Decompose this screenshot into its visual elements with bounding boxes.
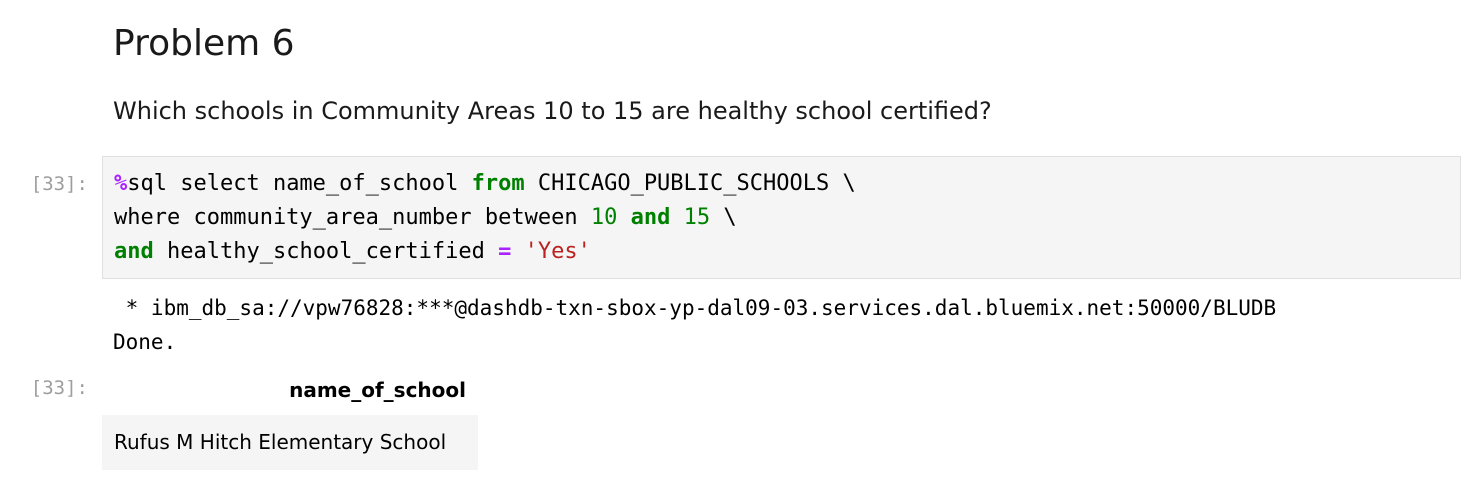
code-number: 10 — [590, 205, 618, 230]
markdown-heading: Problem 6 — [113, 23, 295, 64]
code-text: sql select name_of_school — [127, 171, 472, 196]
output-prompt: [33]: — [30, 377, 88, 399]
code-line-3[interactable]: and healthy_school_certified = 'Yes' — [114, 235, 591, 269]
code-number: 15 — [683, 205, 711, 230]
code-string: 'Yes' — [524, 239, 591, 264]
code-text: where community_area_number between — [114, 205, 591, 230]
code-operator: = — [498, 239, 512, 264]
code-keyword: from — [471, 171, 525, 196]
code-text: CHICAGO_PUBLIC_SCHOOLS \ — [524, 171, 856, 196]
code-text: \ — [710, 205, 737, 230]
table-row: Rufus M Hitch Elementary School — [102, 415, 478, 470]
code-text: healthy_school_certified — [153, 239, 499, 264]
code-line-1[interactable]: %sql select name_of_school from CHICAGO_… — [114, 167, 856, 201]
code-line-2[interactable]: where community_area_number between 10 a… — [114, 201, 737, 235]
code-keyword: and — [114, 239, 154, 264]
table-header-name-of-school: name_of_school — [289, 378, 466, 402]
output-status-text: Done. — [113, 330, 177, 354]
output-connection-text: * ibm_db_sa://vpw76828:***@dashdb-txn-sb… — [113, 296, 1277, 320]
markdown-question: Which schools in Community Areas 10 to 1… — [113, 97, 992, 125]
input-prompt: [33]: — [30, 173, 88, 195]
code-magic: % — [114, 171, 128, 196]
code-keyword: and — [630, 205, 671, 230]
